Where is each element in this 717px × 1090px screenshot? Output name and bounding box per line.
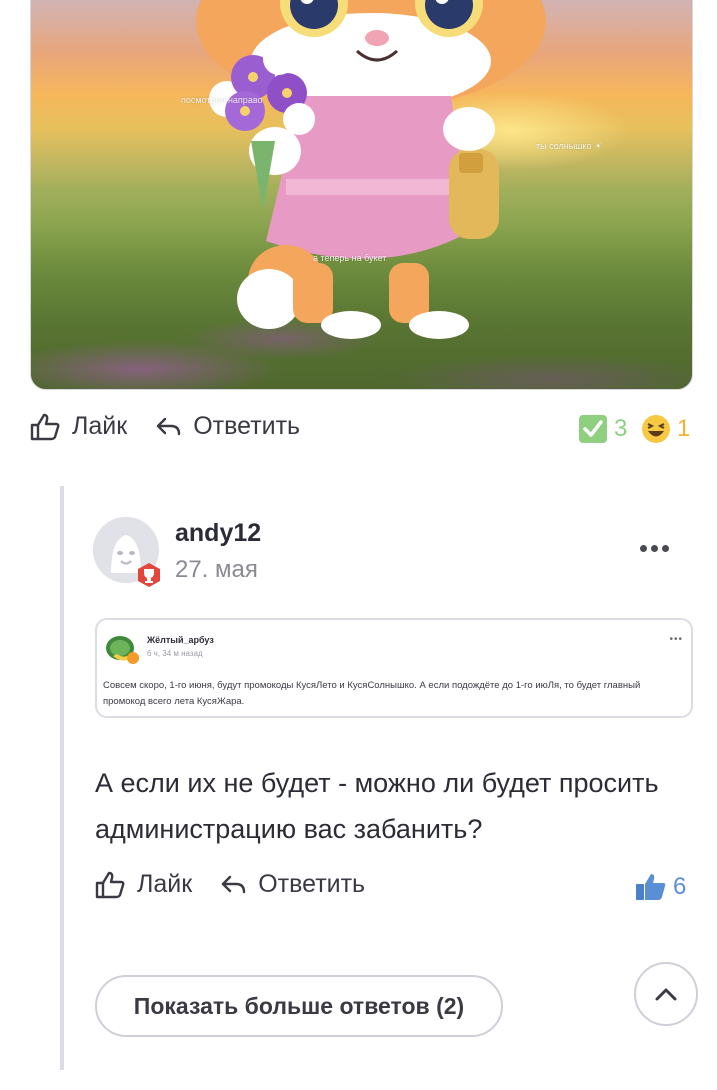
post-actions: Лайк Ответить bbox=[30, 412, 328, 441]
image-caption-1: посмотрел направо bbox=[181, 95, 263, 105]
watermelon-avatar-icon bbox=[106, 636, 139, 664]
chevron-up-icon bbox=[655, 988, 677, 1001]
post-image[interactable]: посмотрел направо ты солнышко ☀ а теперь… bbox=[30, 0, 693, 390]
reply-arrow-icon bbox=[157, 417, 181, 435]
more-options-button[interactable] bbox=[640, 545, 669, 552]
thumbs-up-icon bbox=[95, 871, 125, 898]
reply-like-button[interactable]: Лайк bbox=[95, 870, 192, 899]
like-label: Лайк bbox=[72, 412, 128, 440]
reply-body: А если их не будет - можно ли будет прос… bbox=[95, 768, 659, 844]
thumbs-up-filled-icon bbox=[636, 874, 666, 900]
trophy-badge-icon bbox=[138, 563, 160, 587]
quoted-time: 6 ч, 34 м назад bbox=[147, 649, 203, 658]
dot-icon bbox=[651, 545, 658, 552]
reaction-laugh[interactable]: 1 bbox=[641, 414, 690, 444]
image-caption-2: ты солнышко ☀ bbox=[536, 141, 603, 151]
thumbs-count: 6 bbox=[673, 873, 687, 900]
image-caption-3: а теперь на букет bbox=[313, 253, 387, 263]
laughing-emoji-icon bbox=[642, 415, 670, 443]
reply-label: Ответить bbox=[193, 412, 301, 440]
dot-icon bbox=[662, 545, 669, 552]
laugh-count: 1 bbox=[677, 415, 691, 442]
cat-illustration bbox=[196, 0, 546, 339]
like-button[interactable]: Лайк bbox=[30, 412, 127, 441]
reply-date: 27. мая bbox=[175, 556, 258, 583]
quoted-comment-card[interactable]: Жёлтый_арбуз 6 ч, 34 м назад ••• Совсем … bbox=[95, 618, 693, 718]
username[interactable]: andy12 bbox=[175, 519, 261, 548]
dot-icon bbox=[640, 545, 647, 552]
reply-like-label: Лайк bbox=[137, 870, 193, 898]
check-count: 3 bbox=[614, 415, 628, 442]
scroll-up-button[interactable] bbox=[634, 962, 698, 1026]
show-more-replies-button[interactable]: Показать больше ответов (2) bbox=[95, 975, 503, 1037]
reply-button[interactable]: Ответить bbox=[155, 412, 300, 441]
check-emoji-icon bbox=[579, 415, 607, 443]
reaction-check[interactable]: 3 bbox=[578, 414, 627, 444]
thread-line bbox=[60, 486, 64, 1070]
reply-arrow-icon bbox=[222, 875, 246, 893]
quoted-text: Совсем скоро, 1-го июня, будут промокоды… bbox=[103, 680, 641, 707]
thumbs-up-icon bbox=[30, 413, 60, 440]
quoted-author: Жёлтый_арбуз bbox=[147, 635, 214, 645]
reply-actions: Лайк Ответить bbox=[95, 870, 393, 899]
reply-reply-button[interactable]: Ответить bbox=[220, 870, 365, 899]
quoted-more-icon: ••• bbox=[669, 634, 683, 645]
reaction-thumbs[interactable]: 6 bbox=[635, 872, 686, 902]
reply-reply-label: Ответить bbox=[258, 870, 366, 898]
